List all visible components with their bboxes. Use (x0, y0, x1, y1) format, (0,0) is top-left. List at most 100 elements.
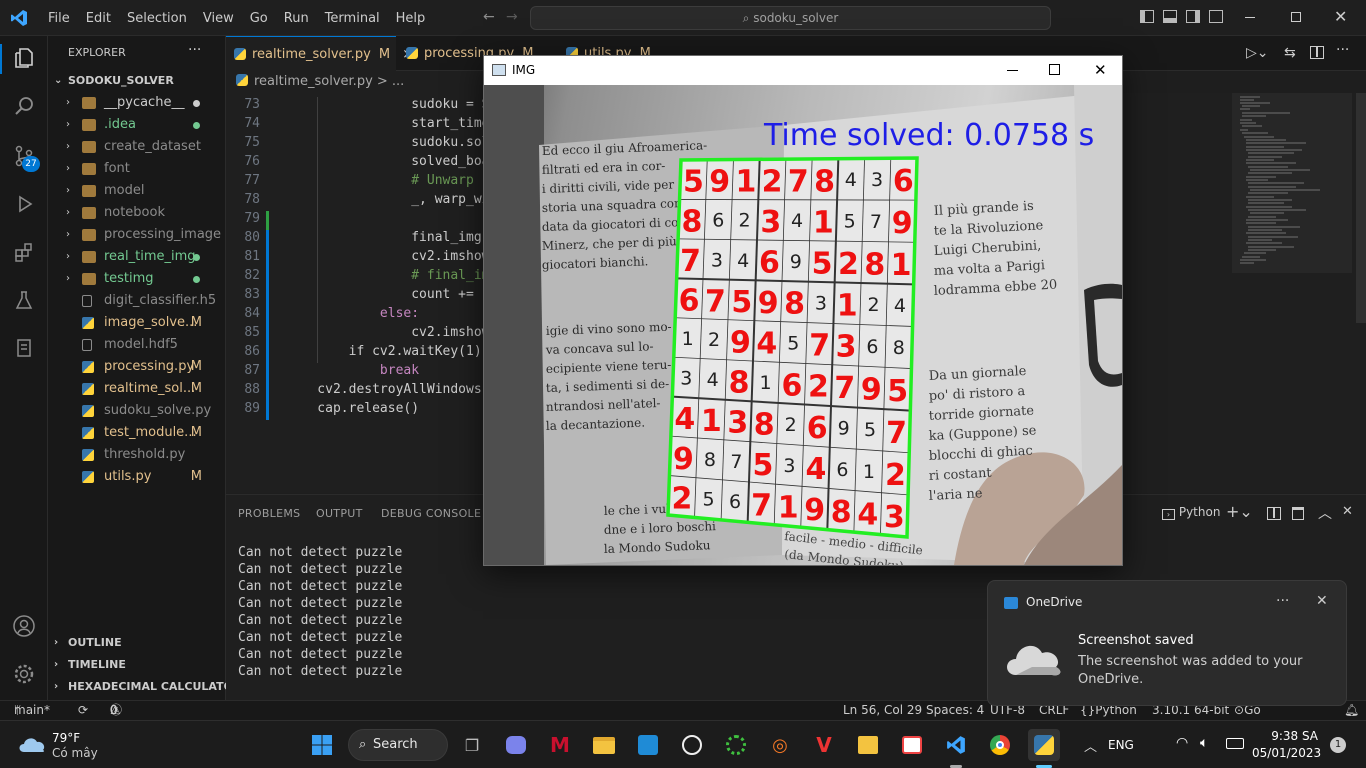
close-panel-icon[interactable]: ✕ (1342, 504, 1353, 519)
maximize-panel-icon[interactable]: ︿ (1318, 503, 1332, 523)
timeline-section[interactable]: › TIMELINE (48, 654, 226, 676)
tree-item[interactable]: › real_time_img (48, 246, 226, 268)
split-terminal-icon[interactable] (1267, 507, 1281, 520)
accounts-icon[interactable] (10, 612, 38, 640)
compare-icon[interactable]: ⇆ (1284, 45, 1296, 61)
toggle-secondary-sidebar-icon[interactable] (1186, 10, 1200, 23)
minimap[interactable] (1232, 93, 1352, 273)
hidden-icons-chevron[interactable]: ︿ (1084, 736, 1097, 755)
outline-section[interactable]: › OUTLINE (48, 632, 226, 654)
tree-item[interactable]: threshold.py (48, 444, 226, 466)
weather-widget[interactable]: 79°F Có mây (16, 729, 136, 761)
onedrive-folder-icon[interactable] (852, 729, 884, 761)
chrome-icon[interactable] (984, 729, 1016, 761)
tree-item[interactable]: image_solve... M (48, 312, 226, 334)
customize-layout-icon[interactable] (1209, 10, 1223, 23)
tree-item[interactable]: utils.py M (48, 466, 226, 488)
python-taskbar-icon[interactable] (1028, 729, 1060, 761)
snipping-tool-icon[interactable] (896, 729, 928, 761)
extensions-icon[interactable] (10, 238, 38, 266)
cursor-position[interactable]: Ln 56, Col 29 (843, 701, 922, 720)
menu-run[interactable]: Run (276, 11, 317, 26)
language-indicator[interactable]: ENG (1108, 738, 1134, 752)
settings-gear-icon[interactable] (10, 660, 38, 688)
task-view-icon[interactable]: ❐ (456, 729, 488, 761)
tab-realtime-solver[interactable]: realtime_solver.py M × (226, 36, 413, 71)
github-icon[interactable] (676, 729, 708, 761)
notification-count-badge[interactable]: 1 (1330, 737, 1346, 753)
clock-time[interactable]: 9:38 SA (1270, 729, 1318, 743)
forward-arrow-icon[interactable]: → (506, 9, 518, 25)
trash-icon[interactable] (1292, 507, 1304, 520)
wifi-icon[interactable]: ◠ (1176, 735, 1188, 751)
workspace-folder[interactable]: ⌄ SODOKU_SOLVER (48, 70, 226, 92)
back-arrow-icon[interactable]: ← (483, 9, 495, 25)
tree-item[interactable]: › font (48, 158, 226, 180)
tab-debug-console[interactable]: DEBUG CONSOLE (381, 507, 481, 520)
img-maximize-icon[interactable] (1049, 64, 1060, 75)
tree-item[interactable]: › model (48, 180, 226, 202)
taskbar-search[interactable]: ⌕ Search (348, 729, 448, 761)
new-terminal-icon[interactable]: +⌄ (1226, 502, 1253, 521)
tree-item[interactable]: digit_classifier.h5 (48, 290, 226, 312)
editor-scrollbar[interactable] (1356, 93, 1366, 323)
img-window[interactable]: IMG ✕ Ed ecco il giu Afroamerica-filtrat… (483, 55, 1123, 566)
notifications-bell-icon[interactable]: 🔔︎ (1344, 701, 1359, 720)
menu-go[interactable]: Go (242, 11, 276, 26)
teams-icon[interactable] (500, 729, 532, 761)
hex-calculator-section[interactable]: › HEXADECIMAL CALCULATOR (48, 676, 226, 698)
clock-date[interactable]: 05/01/2023 (1252, 746, 1321, 760)
explorer-icon[interactable] (10, 44, 38, 72)
tree-item[interactable]: test_module... M (48, 422, 226, 444)
tab-output[interactable]: OUTPUT (316, 507, 363, 520)
tree-item[interactable]: model.hdf5 (48, 334, 226, 356)
tree-item[interactable]: › processing_image (48, 224, 226, 246)
testing-flask-icon[interactable] (10, 286, 38, 314)
search-view-icon[interactable] (10, 92, 38, 120)
tree-item[interactable]: › testimg (48, 268, 226, 290)
tree-item[interactable]: › .idea (48, 114, 226, 136)
toggle-sidebar-icon[interactable] (1140, 10, 1154, 23)
menu-help[interactable]: Help (388, 11, 434, 26)
close-window-icon[interactable]: ✕ (1334, 7, 1347, 26)
split-editor-icon[interactable] (1310, 46, 1324, 59)
tree-item[interactable]: sudoku_solve.py (48, 400, 226, 422)
notification-close-icon[interactable]: ✕ (1316, 593, 1328, 609)
terminal-profile[interactable]: › Python (1162, 505, 1220, 520)
volume-icon[interactable]: 🔈︎ (1200, 735, 1208, 751)
vscode-taskbar-icon[interactable] (940, 729, 972, 761)
restore-window-icon[interactable] (1291, 12, 1301, 22)
notification-more-icon[interactable]: ··· (1276, 593, 1289, 609)
microsoft-store-icon[interactable] (632, 729, 664, 761)
tree-item[interactable]: › __pycache__ (48, 92, 226, 114)
minimize-window-icon[interactable] (1245, 17, 1255, 18)
tree-item[interactable]: › create_dataset (48, 136, 226, 158)
command-center-search[interactable]: ⌕ sodoku_solver (530, 6, 1051, 30)
menu-terminal[interactable]: Terminal (317, 11, 388, 26)
sync-icon[interactable]: ⟳ (78, 701, 88, 720)
tree-item[interactable]: › notebook (48, 202, 226, 224)
menu-file[interactable]: File (40, 11, 78, 26)
onedrive-notification[interactable]: OneDrive ··· ✕ Screenshot saved The scre… (987, 580, 1347, 706)
tree-item[interactable]: processing.py M (48, 356, 226, 378)
jupyter-icon[interactable]: ◎ (764, 729, 796, 761)
battery-icon[interactable] (1226, 738, 1244, 749)
file-explorer-icon[interactable] (588, 729, 620, 761)
spinner-app-icon[interactable] (720, 729, 752, 761)
menu-selection[interactable]: Selection (119, 11, 195, 26)
vivaldi-icon[interactable]: V (808, 729, 840, 761)
toggle-panel-icon[interactable] (1163, 10, 1177, 23)
indentation[interactable]: Spaces: 4 (926, 701, 984, 720)
start-windows-icon[interactable] (306, 729, 338, 761)
img-minimize-icon[interactable] (1007, 70, 1018, 71)
remote-explorer-icon[interactable] (10, 334, 38, 362)
tree-item[interactable]: realtime_sol... M (48, 378, 226, 400)
run-debug-icon[interactable] (10, 190, 38, 218)
menu-view[interactable]: View (195, 11, 242, 26)
img-close-icon[interactable]: ✕ (1094, 56, 1107, 85)
run-file-icon[interactable]: ▷⌄ (1246, 45, 1269, 61)
menu-edit[interactable]: Edit (78, 11, 119, 26)
editor-more-icon[interactable]: ··· (1336, 42, 1349, 58)
tab-problems[interactable]: PROBLEMS (238, 507, 300, 520)
more-actions-icon[interactable]: ··· (188, 42, 201, 58)
